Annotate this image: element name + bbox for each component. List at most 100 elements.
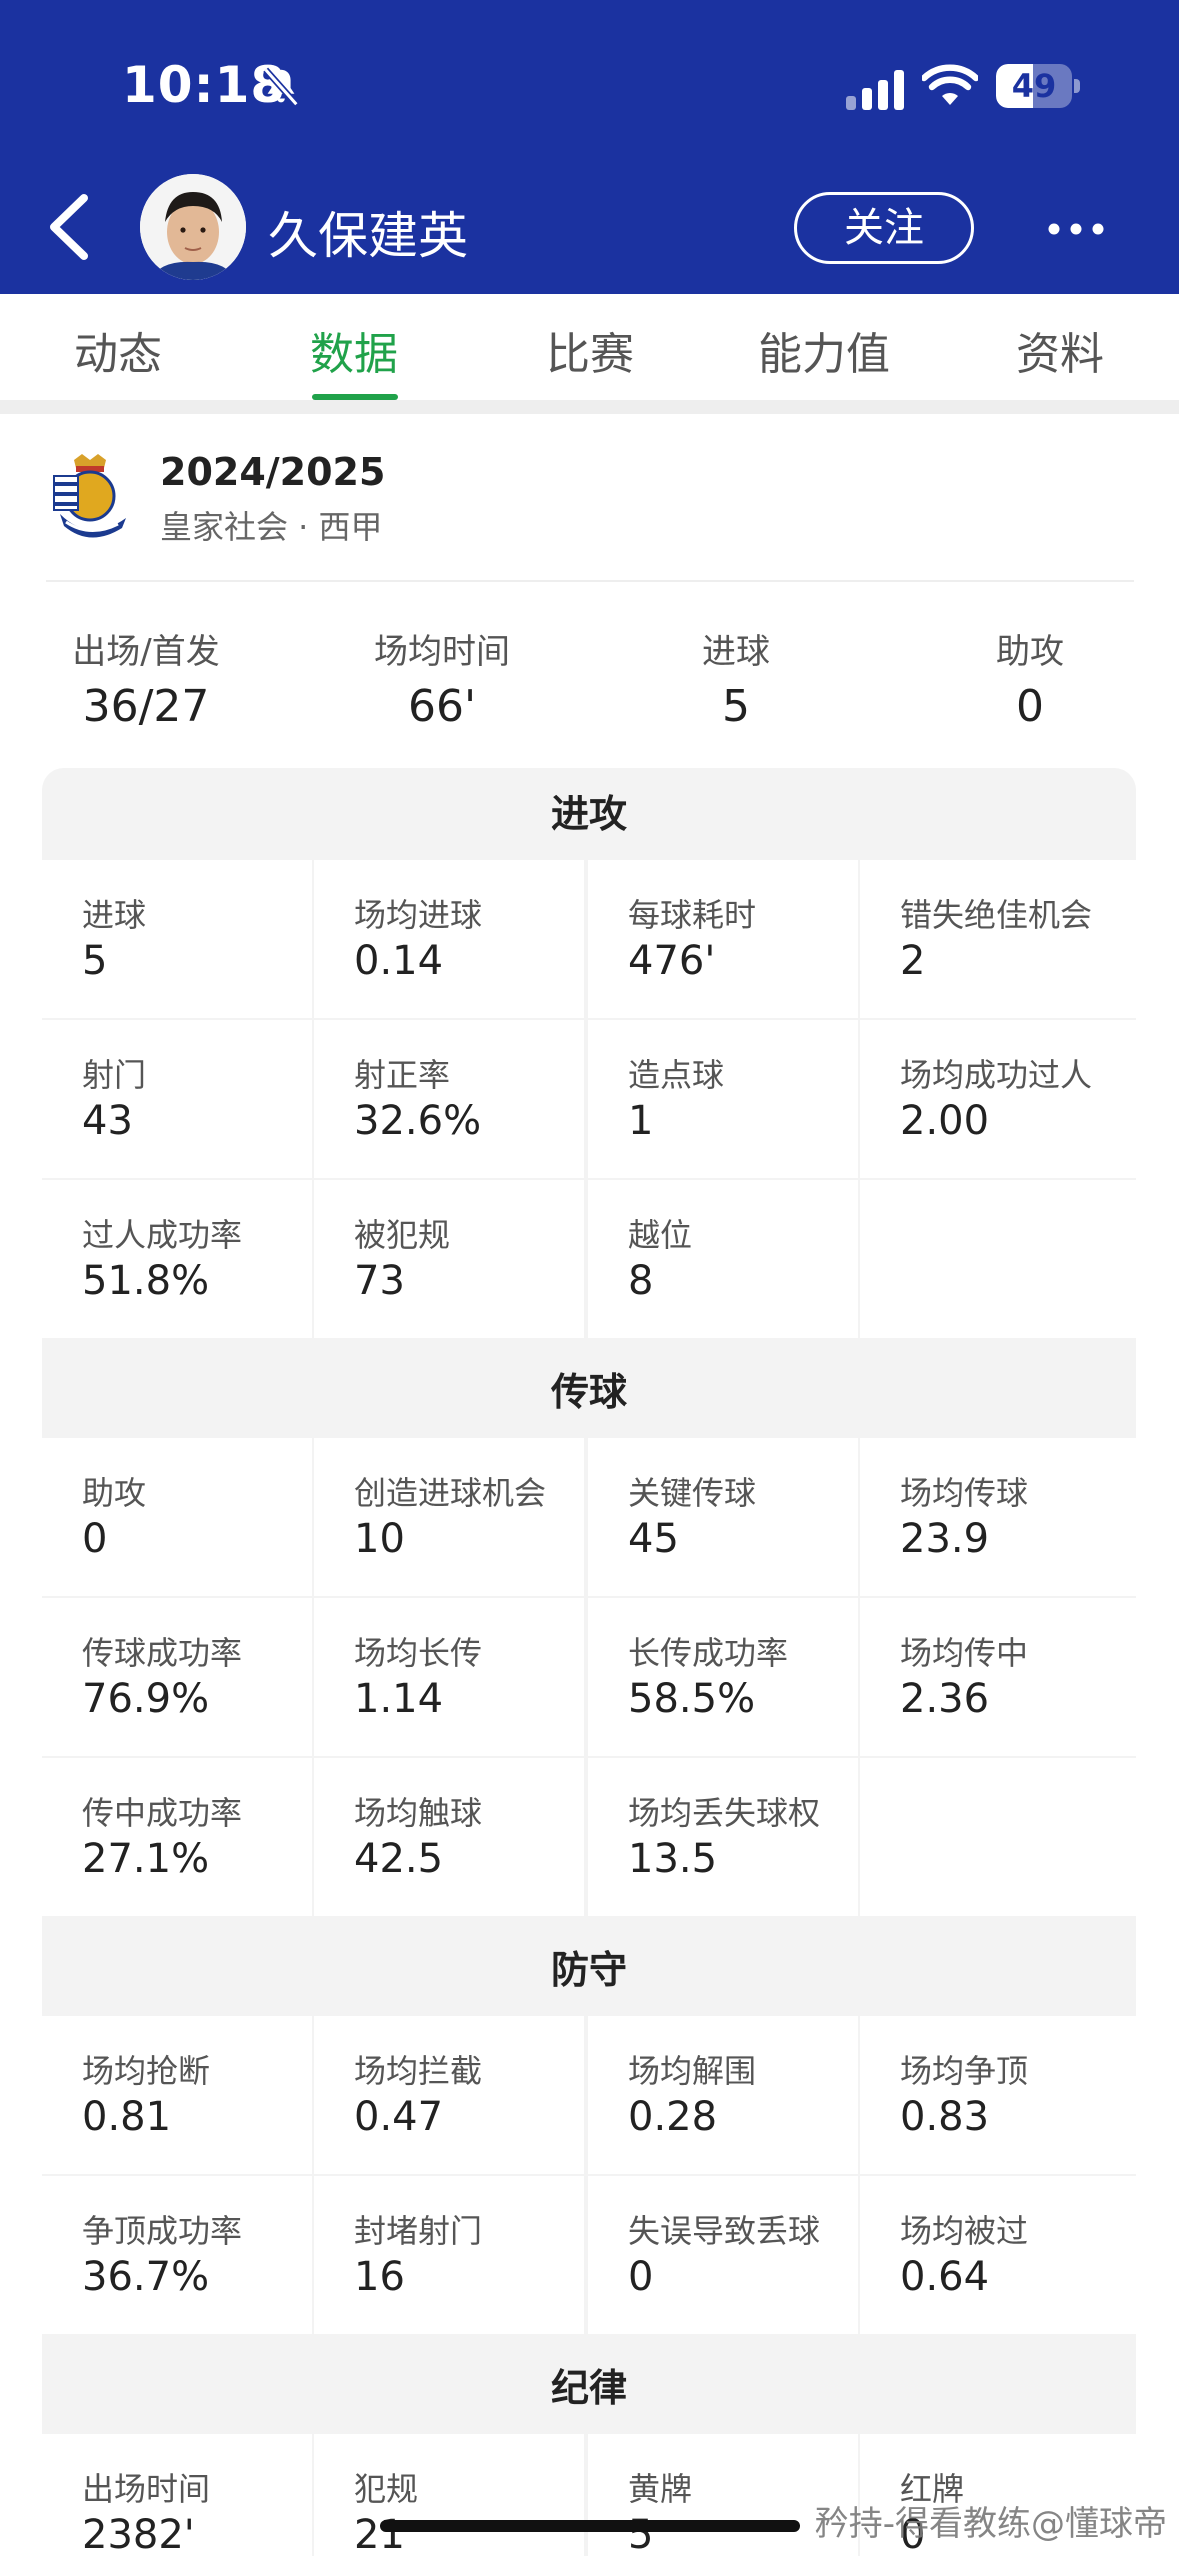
stat-value: 16: [354, 2254, 405, 2300]
stat-cell: 传球成功率 76.9%: [42, 1598, 312, 1756]
stat-cell-empty: [860, 1758, 1136, 1916]
stat-cell: 场均成功过人 2.00: [860, 1020, 1136, 1178]
stat-label: 出场时间: [82, 2470, 211, 2508]
signal-icon: [846, 70, 904, 110]
bell-mute-icon: [263, 67, 299, 107]
stat-cell: 射正率 32.6%: [314, 1020, 584, 1178]
stat-value: 0.81: [82, 2094, 172, 2140]
stat-cell: 场均进球 0.14: [314, 860, 584, 1018]
stat-label: 创造进球机会: [354, 1474, 547, 1512]
stat-label: 过人成功率: [82, 1216, 243, 1254]
stat-cell: 创造进球机会 10: [314, 1438, 584, 1596]
stat-cell: 场均丢失球权 13.5: [588, 1758, 858, 1916]
summary-label: 助攻: [996, 632, 1064, 672]
player-name: 久保建英: [268, 207, 468, 265]
back-arrow-icon[interactable]: [44, 192, 94, 262]
stat-label: 场均被过: [900, 2212, 1029, 2250]
stat-cell: 造点球 1: [588, 1020, 858, 1178]
stat-label: 场均争顶: [900, 2052, 1029, 2090]
stat-value: 0.64: [900, 2254, 990, 2300]
stat-cell: 错失绝佳机会 2: [860, 860, 1136, 1018]
stat-value: 0: [628, 2254, 654, 2300]
stat-value: 8: [628, 1258, 654, 1304]
stat-label: 助攻: [82, 1474, 147, 1512]
home-indicator[interactable]: [380, 2520, 800, 2532]
stat-cell: 失误导致丢球 0: [588, 2176, 858, 2334]
stat-value: 42.5: [354, 1836, 444, 1882]
tab-profile[interactable]: 资料: [1016, 318, 1104, 382]
stat-cell: 场均拦截 0.47: [314, 2016, 584, 2174]
stat-label: 关键传球: [628, 1474, 757, 1512]
stat-value: 45: [628, 1516, 679, 1562]
stat-cell: 场均争顶 0.83: [860, 2016, 1136, 2174]
stat-label: 场均进球: [354, 896, 483, 934]
more-icon[interactable]: [1046, 214, 1106, 244]
stat-value: 5: [82, 938, 108, 984]
stat-value: 43: [82, 1098, 133, 1144]
tab-bar: 动态 数据 比赛 能力值 资料: [0, 294, 1179, 400]
stat-value: 76.9%: [82, 1676, 210, 1722]
avatar[interactable]: [140, 174, 246, 280]
stat-cell: 过人成功率 51.8%: [42, 1180, 312, 1338]
stat-cell: 犯规 21: [314, 2434, 584, 2556]
summary-value: 5: [722, 681, 750, 732]
watermark: 矜持-得看教练@懂球帝: [814, 2504, 1167, 2544]
stats-card: 进攻 进球 5 场均进球 0.14 每球耗时 476' 错失绝佳机会 2 射门 43 射正…: [42, 768, 1136, 2556]
stat-label: 场均传中: [900, 1634, 1029, 1672]
stat-value: 0.28: [628, 2094, 718, 2140]
stat-cell: 长传成功率 58.5%: [588, 1598, 858, 1756]
stat-value: 13.5: [628, 1836, 718, 1882]
stat-cell: 封堵射门 16: [314, 2176, 584, 2334]
stat-label: 犯规: [354, 2470, 419, 2508]
tab-data[interactable]: 数据: [310, 318, 398, 382]
wifi-icon: [922, 64, 978, 105]
team-league: 皇家社会 · 西甲: [160, 508, 383, 546]
stat-value: 2382': [82, 2512, 195, 2556]
stat-value: 5: [628, 2512, 654, 2556]
club-crest-icon: [53, 454, 126, 538]
stat-label: 射正率: [354, 1056, 451, 1094]
divider: [46, 580, 1134, 582]
stat-cell: 争顶成功率 36.7%: [42, 2176, 312, 2334]
player-photo: [140, 174, 246, 280]
stat-label: 封堵射门: [354, 2212, 483, 2250]
stat-label: 错失绝佳机会: [900, 896, 1093, 934]
stat-label: 场均解围: [628, 2052, 757, 2090]
tab-matches[interactable]: 比赛: [546, 318, 634, 382]
summary-minutes: 场均时间 66': [312, 624, 572, 732]
section-title-defense: 防守: [550, 1948, 627, 1992]
stat-label: 传中成功率: [82, 1794, 243, 1832]
tab-dynamics[interactable]: 动态: [74, 318, 162, 382]
stat-cell: 越位 8: [588, 1180, 858, 1338]
stat-label: 场均拦截: [354, 2052, 483, 2090]
stat-value: 2.36: [900, 1676, 990, 1722]
stat-cell: 被犯规 73: [314, 1180, 584, 1338]
summary-value: 36/27: [82, 681, 210, 732]
stat-value: 58.5%: [628, 1676, 756, 1722]
battery-level: 49: [1011, 67, 1057, 105]
stat-cell: 每球耗时 476': [588, 860, 858, 1018]
stat-label: 造点球: [628, 1056, 725, 1094]
stat-label: 场均长传: [354, 1634, 483, 1672]
stat-value: 1: [628, 1098, 654, 1144]
summary-value: 0: [1016, 681, 1044, 732]
stat-value: 10: [354, 1516, 405, 1562]
stat-label: 射门: [82, 1056, 147, 1094]
follow-button[interactable]: 关注: [794, 192, 974, 264]
stat-value: 27.1%: [82, 1836, 210, 1882]
stat-value: 36.7%: [82, 2254, 210, 2300]
summary-value: 66': [407, 681, 477, 732]
stat-value: 2: [900, 938, 926, 984]
stat-label: 场均触球: [354, 1794, 483, 1832]
section-title-attack: 进攻: [550, 792, 627, 836]
stat-cell: 进球 5: [42, 860, 312, 1018]
battery-tip: [1074, 79, 1080, 93]
summary-label: 进球: [702, 632, 770, 672]
tab-ability[interactable]: 能力值: [758, 318, 890, 382]
stat-label: 越位: [628, 1216, 693, 1254]
stat-cell: 射门 43: [42, 1020, 312, 1178]
stat-value: 0: [82, 1516, 108, 1562]
stat-cell: 出场时间 2382': [42, 2434, 312, 2556]
stat-label: 每球耗时: [628, 896, 757, 934]
section-title-discipline: 纪律: [550, 2366, 627, 2410]
